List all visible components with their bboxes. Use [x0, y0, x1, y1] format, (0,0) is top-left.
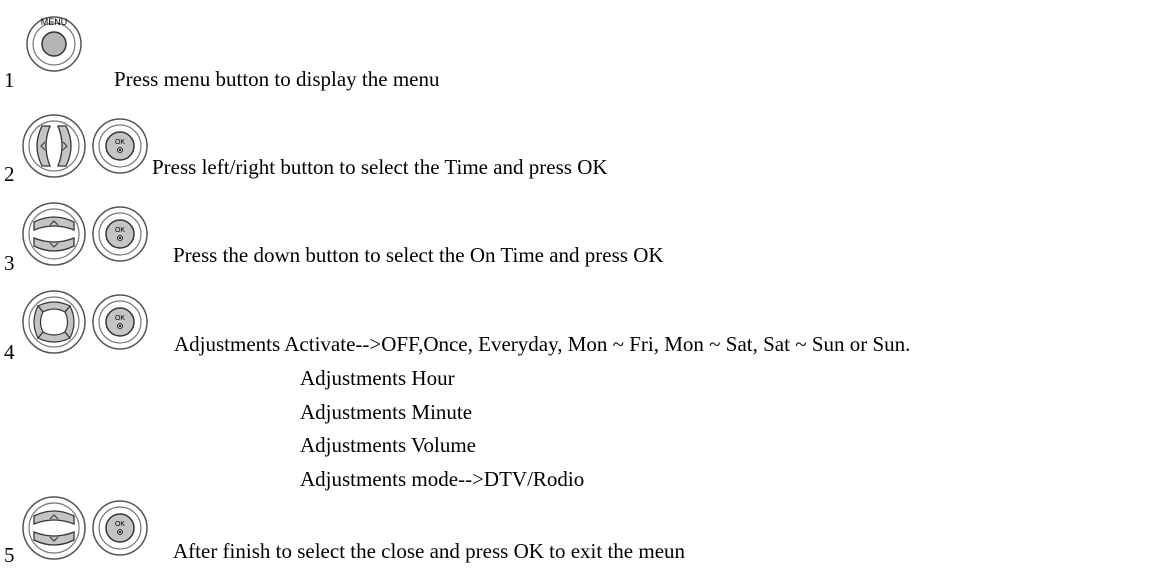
- step-text: Press menu button to display the menu: [114, 67, 440, 91]
- ok-button-icon: OK: [92, 118, 148, 174]
- left-right-button-icon: OK: [20, 112, 150, 189]
- sub-item-minute: Adjustments Minute: [300, 400, 473, 424]
- four-way-button-icon: OK: [20, 288, 150, 365]
- step-number: 1: [4, 68, 15, 92]
- ok-button-icon: OK: [92, 500, 148, 556]
- step-text: Press left/right button to select the Ti…: [152, 155, 608, 179]
- step-text: Press the down button to select the On T…: [173, 243, 664, 267]
- sub-item-volume: Adjustments Volume: [300, 433, 476, 457]
- step-number: 4: [4, 340, 15, 364]
- step-number: 2: [4, 162, 15, 186]
- svg-text:OK: OK: [115, 227, 125, 234]
- ok-button-icon: OK: [92, 294, 148, 350]
- step-number: 5: [4, 543, 15, 567]
- svg-text:OK: OK: [115, 139, 125, 146]
- up-down-button-icon: OK: [20, 200, 150, 277]
- svg-text:OK: OK: [115, 521, 125, 528]
- sub-item-hour: Adjustments Hour: [300, 366, 455, 390]
- menu-button-label: MENU: [41, 17, 68, 27]
- step-text: After finish to select the close and pre…: [173, 539, 686, 563]
- svg-text:OK: OK: [115, 315, 125, 322]
- step-number: 3: [4, 251, 15, 275]
- sub-item-mode: Adjustments mode-->DTV/Rodio: [300, 467, 585, 491]
- ok-button-icon: OK: [92, 206, 148, 262]
- menu-button-icon: MENU: [26, 4, 82, 89]
- step-text: Adjustments Activate-->OFF,Once, Everyda…: [174, 332, 911, 356]
- up-down-button-icon: OK: [20, 494, 150, 571]
